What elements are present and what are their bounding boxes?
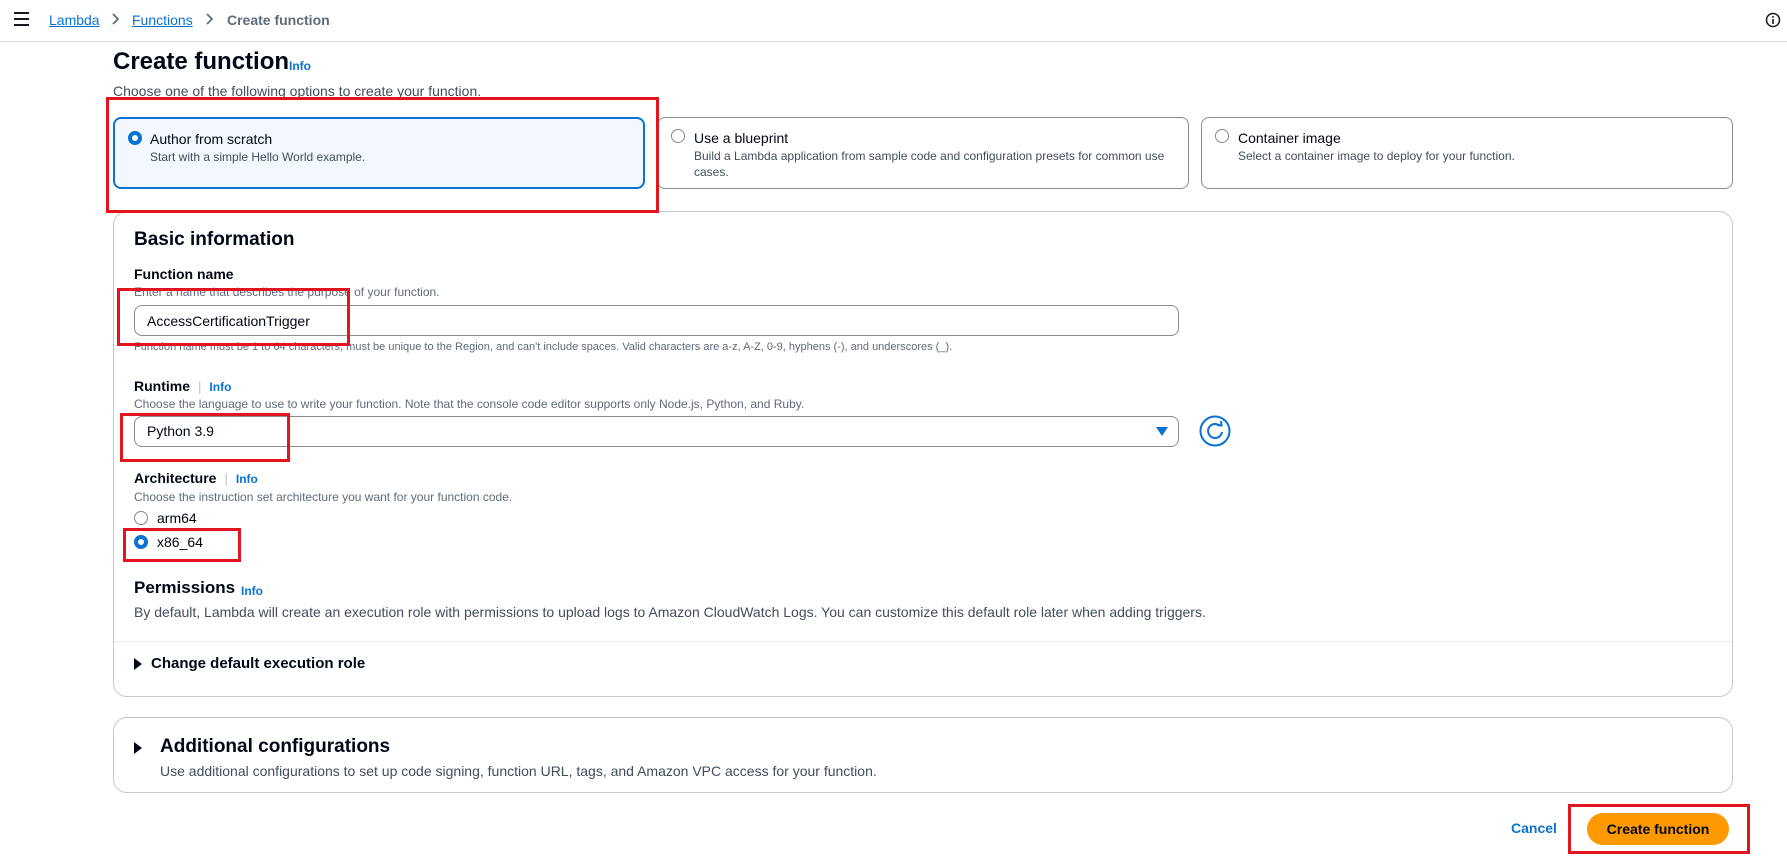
caret-right-icon [134, 742, 142, 754]
permissions-heading: Permissions [134, 578, 236, 597]
page-title: Create function [113, 48, 290, 75]
refresh-icon[interactable] [1199, 415, 1231, 447]
architecture-description: Choose the instruction set architecture … [134, 490, 513, 504]
menu-icon[interactable] [14, 12, 29, 26]
radio-arm64[interactable] [134, 511, 148, 525]
additional-configurations-description: Use additional configurations to set up … [160, 763, 877, 779]
permissions-description: By default, Lambda will create an execut… [134, 604, 1206, 620]
function-name-constraint: Function name must be 1 to 64 characters… [134, 341, 953, 353]
function-name-description: Enter a name that describes the purpose … [134, 285, 440, 299]
divider [114, 641, 1732, 642]
option-title: Use a blueprint [694, 130, 789, 146]
option-description: Build a Lambda application from sample c… [694, 149, 1165, 179]
create-function-button[interactable]: Create function [1587, 813, 1729, 845]
function-name-label: Function name [134, 266, 234, 282]
chevron-right-icon [206, 13, 214, 25]
breadcrumb-lambda[interactable]: Lambda [49, 12, 100, 28]
option-title: Author from scratch [150, 131, 273, 147]
basic-information-heading: Basic information [134, 229, 295, 250]
permissions-info-link[interactable]: Info [241, 584, 263, 598]
arm64-label: arm64 [157, 510, 197, 526]
option-author-from-scratch[interactable]: Author from scratch Start with a simple … [113, 117, 645, 189]
additional-configurations-expander[interactable]: Additional configurations [134, 736, 534, 762]
basic-information-panel: Basic information Function name Enter a … [113, 211, 1733, 697]
change-default-role-expander[interactable]: Change default execution role [134, 654, 434, 678]
x86-64-label: x86_64 [157, 534, 203, 550]
caret-down-icon [1156, 427, 1168, 436]
page-info-link[interactable]: Info [289, 59, 311, 73]
runtime-info-link[interactable]: Info [209, 380, 231, 394]
chevron-right-icon [112, 13, 120, 25]
option-description: Select a container image to deploy for y… [1238, 149, 1515, 163]
architecture-info-link[interactable]: Info [236, 472, 258, 486]
option-use-blueprint[interactable]: Use a blueprint Build a Lambda applicati… [657, 117, 1189, 189]
runtime-label: Runtime | Info [134, 378, 232, 394]
function-name-input[interactable] [134, 305, 1179, 336]
additional-configurations-heading: Additional configurations [160, 736, 391, 757]
runtime-select-value: Python 3.9 [147, 423, 214, 439]
architecture-label: Architecture | Info [134, 470, 258, 486]
radio-author-from-scratch[interactable] [128, 131, 142, 145]
option-title: Container image [1238, 130, 1341, 146]
change-default-role-label: Change default execution role [151, 655, 366, 672]
radio-container-image[interactable] [1215, 129, 1229, 143]
breadcrumb-functions[interactable]: Functions [132, 12, 193, 28]
runtime-select[interactable]: Python 3.9 [134, 416, 1179, 447]
radio-x86-64[interactable] [134, 535, 148, 549]
option-container-image[interactable]: Container image Select a container image… [1201, 117, 1733, 189]
additional-configurations-panel: Additional configurations Use additional… [113, 717, 1733, 793]
radio-use-blueprint[interactable] [671, 129, 685, 143]
page-description: Choose one of the following options to c… [113, 83, 482, 99]
cancel-button[interactable]: Cancel [1511, 820, 1557, 836]
breadcrumb-current: Create function [227, 12, 330, 28]
top-navigation-bar: Lambda Functions Create function [0, 0, 1787, 42]
option-description: Start with a simple Hello World example. [150, 150, 366, 164]
info-icon[interactable] [1765, 12, 1781, 28]
caret-right-icon [134, 658, 142, 670]
runtime-description: Choose the language to use to write your… [134, 397, 805, 411]
